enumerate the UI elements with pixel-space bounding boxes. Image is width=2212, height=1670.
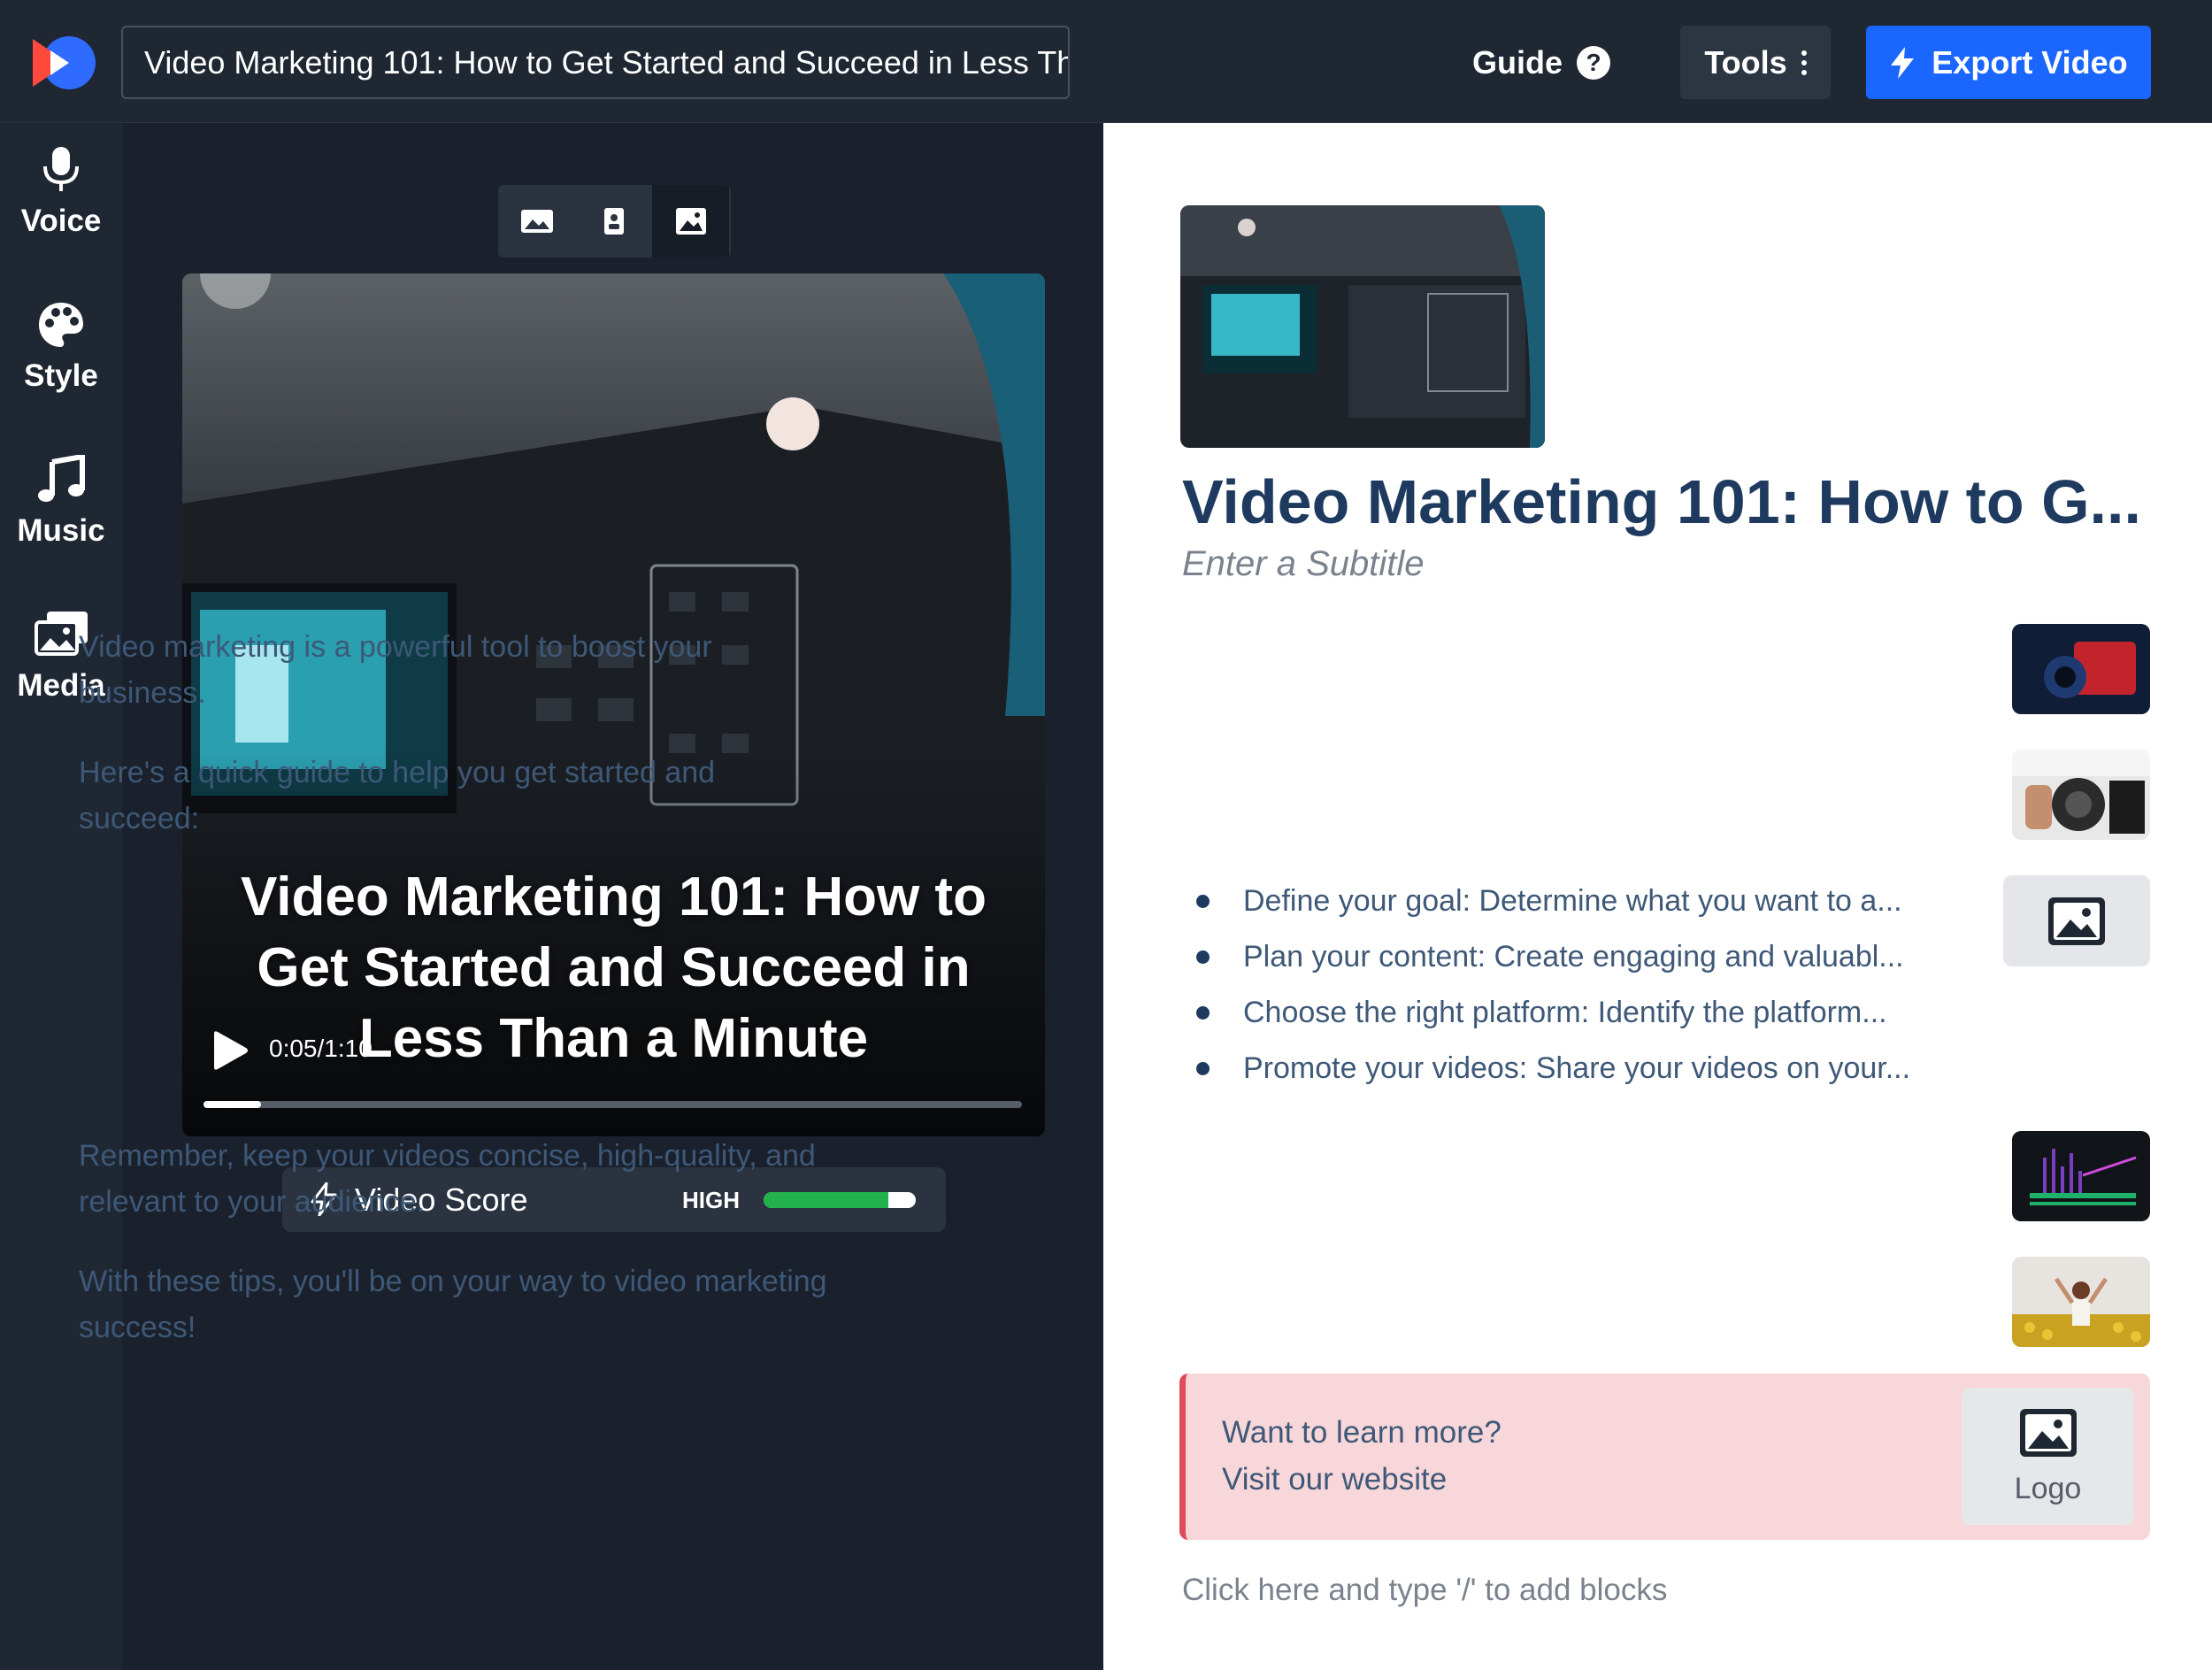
list-item[interactable]: Promote your videos: Share your videos o…	[1190, 1045, 1969, 1101]
video-progress-bar[interactable]	[204, 1101, 1022, 1108]
sidebar-item-label: Style	[24, 358, 98, 393]
play-icon[interactable]	[209, 1030, 250, 1071]
square-view-button[interactable]	[652, 185, 729, 258]
landscape-icon	[520, 210, 553, 233]
sidebar-item-label: Music	[17, 513, 105, 548]
palette-icon	[39, 303, 83, 347]
tools-menu-button[interactable]: Tools	[1680, 26, 1831, 99]
list-item[interactable]: Plan your content: Create engaging and v…	[1190, 934, 1969, 989]
guide-label: Guide	[1472, 44, 1563, 81]
landscape-view-button[interactable]	[498, 185, 575, 258]
add-block-hint[interactable]: Click here and type '/' to add blocks	[1182, 1573, 1667, 1608]
microphone-icon	[43, 147, 79, 191]
more-vertical-icon	[1801, 50, 1807, 75]
paragraph-block[interactable]: Remember, keep your videos concise, high…	[79, 1133, 831, 1225]
document-title[interactable]: Video Marketing 101: How to G...	[1182, 466, 2200, 537]
list-item[interactable]: Choose the right platform: Identify the …	[1190, 989, 1969, 1045]
paragraph-thumbnail[interactable]	[2012, 750, 2150, 840]
left-sidebar: Voice Style Music Media	[0, 123, 122, 1670]
paragraph-thumbnail[interactable]	[2012, 624, 2150, 714]
add-image-button[interactable]	[2003, 875, 2150, 966]
cta-line-1: Want to learn more?	[1222, 1415, 1502, 1450]
image-icon	[2019, 1409, 2077, 1457]
export-label: Export Video	[1932, 43, 2128, 81]
call-to-action-block[interactable]: Want to learn more? Visit our website Lo…	[1179, 1374, 2150, 1540]
bullet-list[interactable]: Define your goal: Determine what you wan…	[1190, 878, 1969, 1101]
paragraph-block[interactable]: Here's a quick guide to help you get sta…	[79, 750, 831, 842]
portrait-view-button[interactable]	[575, 185, 652, 258]
logo-label: Logo	[2014, 1472, 2082, 1505]
guide-button[interactable]: Guide ?	[1472, 35, 1611, 90]
lightning-icon	[1891, 46, 1915, 79]
export-video-button[interactable]: Export Video	[1866, 26, 2151, 99]
video-time-display: 0:05/1:10	[269, 1035, 373, 1062]
paragraph-thumbnail[interactable]	[2012, 1257, 2150, 1347]
video-progress-fill	[204, 1101, 261, 1108]
square-icon	[675, 208, 706, 235]
sidebar-item-voice[interactable]: Voice	[0, 145, 122, 239]
paragraph-block[interactable]: Video marketing is a powerful tool to bo…	[79, 624, 831, 716]
sidebar-item-label: Voice	[20, 204, 102, 238]
sidebar-item-music[interactable]: Music	[0, 455, 122, 549]
hero-image[interactable]	[1180, 205, 1545, 448]
app-logo-icon[interactable]	[27, 35, 98, 90]
cta-link[interactable]: Visit our website	[1222, 1462, 1447, 1497]
sidebar-item-style[interactable]: Style	[0, 300, 122, 394]
paragraph-thumbnail[interactable]	[2012, 1131, 2150, 1221]
list-item[interactable]: Define your goal: Determine what you wan…	[1190, 878, 1969, 934]
project-title-input[interactable]: Video Marketing 101: How to Get Started …	[121, 26, 1070, 99]
music-note-icon	[38, 455, 85, 502]
subtitle-input[interactable]: Enter a Subtitle	[1182, 544, 1425, 584]
logo-upload-button[interactable]: Logo	[1962, 1388, 2134, 1525]
tools-label: Tools	[1704, 43, 1787, 81]
portrait-icon	[603, 208, 624, 235]
aspect-ratio-toggle	[498, 185, 731, 258]
top-bar: Video Marketing 101: How to Get Started …	[0, 0, 2212, 123]
help-circle-icon: ?	[1577, 46, 1611, 80]
image-icon	[2048, 897, 2105, 945]
paragraph-block[interactable]: With these tips, you'll be on your way t…	[79, 1258, 831, 1351]
